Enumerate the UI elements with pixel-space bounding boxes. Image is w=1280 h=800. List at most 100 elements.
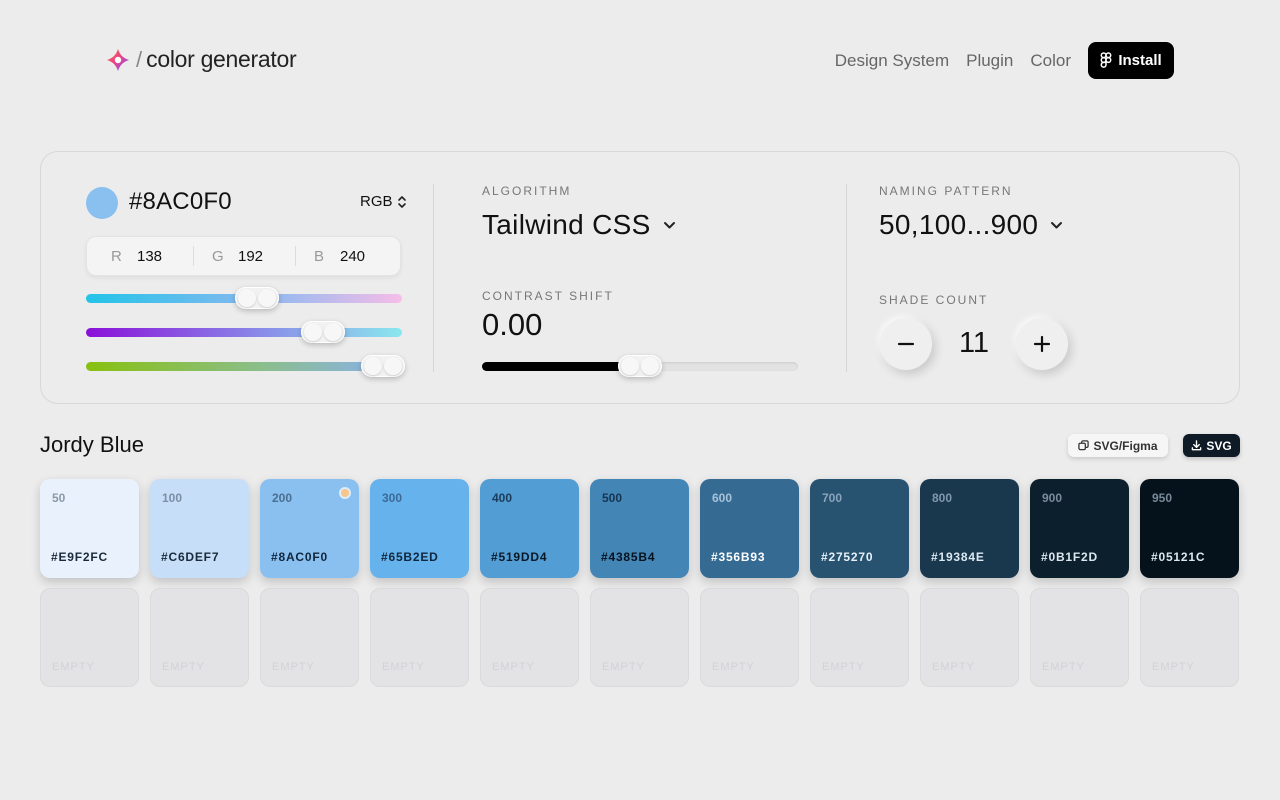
rgb-divider — [193, 246, 194, 266]
palette-name: Jordy Blue — [40, 432, 144, 457]
empty-slot: EMPTY — [480, 588, 579, 687]
red-slider[interactable] — [86, 287, 402, 309]
red-field[interactable]: R 138 — [111, 237, 211, 275]
empty-slot: EMPTY — [40, 588, 139, 687]
empty-slot: EMPTY — [370, 588, 469, 687]
shade-hex: #8AC0F0 — [271, 550, 328, 564]
empty-slot: EMPTY — [260, 588, 359, 687]
increase-shade-button[interactable] — [1016, 318, 1068, 370]
empty-slot: EMPTY — [700, 588, 799, 687]
shade-step: 200 — [272, 491, 293, 505]
shade-card-700[interactable]: 700 #275270 — [810, 479, 909, 578]
shade-hex: #519DD4 — [491, 550, 548, 564]
hex-input[interactable]: #8AC0F0 — [129, 188, 232, 216]
empty-label: EMPTY — [492, 661, 535, 673]
contrast-slider-handle[interactable] — [618, 355, 662, 377]
shade-step: 700 — [822, 491, 843, 505]
empty-slot: EMPTY — [920, 588, 1019, 687]
shade-card-800[interactable]: 800 #19384E — [920, 479, 1019, 578]
empty-slot: EMPTY — [1030, 588, 1129, 687]
empty-label: EMPTY — [1152, 661, 1195, 673]
naming-label: NAMING PATTERN — [879, 184, 1013, 198]
naming-value: 50,100...900 — [879, 209, 1039, 240]
shade-card-500[interactable]: 500 #4385B4 — [590, 479, 689, 578]
algorithm-select[interactable]: Tailwind CSS — [482, 209, 676, 241]
export-svg-figma-button[interactable]: SVG/Figma — [1068, 434, 1168, 457]
shade-step: 950 — [1152, 491, 1173, 505]
shade-hex: #275270 — [821, 550, 874, 564]
shade-hex: #0B1F2D — [1041, 550, 1098, 564]
naming-select[interactable]: 50,100...900 — [879, 209, 1063, 241]
empty-slot: EMPTY — [810, 588, 909, 687]
shade-hex: #356B93 — [711, 550, 766, 564]
empty-label: EMPTY — [602, 661, 645, 673]
export-svg-figma-label: SVG/Figma — [1093, 438, 1158, 453]
brand[interactable]: / color generator — [106, 46, 297, 73]
green-slider[interactable] — [86, 321, 402, 343]
empty-label: EMPTY — [932, 661, 975, 673]
shade-card-200[interactable]: 200 #8AC0F0 — [260, 479, 359, 578]
shade-hex: #E9F2FC — [51, 550, 108, 564]
shade-card-400[interactable]: 400 #519DD4 — [480, 479, 579, 578]
shade-hex: #C6DEF7 — [161, 550, 220, 564]
empty-label: EMPTY — [52, 661, 95, 673]
header: / color generator Design System Plugin C… — [0, 0, 1280, 120]
nav-color[interactable]: Color — [1030, 51, 1071, 71]
contrast-slider-fill — [482, 362, 640, 371]
blue-label: B — [314, 247, 325, 265]
empty-label: EMPTY — [822, 661, 865, 673]
download-icon — [1192, 440, 1202, 451]
shade-count-label: SHADE COUNT — [879, 293, 989, 307]
contrast-value: 0.00 — [482, 307, 543, 342]
download-svg-button[interactable]: SVG — [1183, 434, 1240, 457]
nav-design-system[interactable]: Design System — [835, 51, 949, 71]
red-value[interactable]: 138 — [137, 248, 162, 265]
blue-slider-handle[interactable] — [361, 355, 405, 377]
chevron-updown-icon — [397, 195, 406, 208]
green-slider-handle[interactable] — [301, 321, 345, 343]
shade-card-100[interactable]: 100 #C6DEF7 — [150, 479, 249, 578]
decrease-shade-button[interactable] — [880, 318, 932, 370]
blue-field[interactable]: B 240 — [314, 237, 414, 275]
download-svg-label: SVG — [1206, 438, 1232, 453]
nav-plugin[interactable]: Plugin — [966, 51, 1013, 71]
empty-slot: EMPTY — [590, 588, 689, 687]
green-label: G — [212, 247, 224, 265]
empty-label: EMPTY — [162, 661, 205, 673]
shade-hex: #65B2ED — [381, 550, 439, 564]
red-label: R — [111, 247, 122, 265]
rgb-inputs: R 138 G 192 B 240 — [86, 236, 401, 276]
empty-label: EMPTY — [1042, 661, 1085, 673]
color-swatch[interactable] — [86, 187, 118, 219]
shade-step: 900 — [1042, 491, 1063, 505]
shade-card-300[interactable]: 300 #65B2ED — [370, 479, 469, 578]
empty-slot: EMPTY — [150, 588, 249, 687]
panel-divider — [846, 184, 847, 372]
empty-label: EMPTY — [712, 661, 755, 673]
minus-icon — [897, 342, 915, 346]
green-value[interactable]: 192 — [238, 248, 263, 265]
install-button[interactable]: Install — [1088, 42, 1174, 79]
blue-slider[interactable] — [86, 355, 405, 377]
shade-count-value: 11 — [958, 327, 990, 359]
shade-card-600[interactable]: 600 #356B93 — [700, 479, 799, 578]
shade-card-50[interactable]: 50 #E9F2FC — [40, 479, 139, 578]
color-mode-select[interactable]: RGB — [360, 193, 407, 210]
brand-slash: / — [136, 46, 143, 72]
shade-card-950[interactable]: 950 #05121C — [1140, 479, 1239, 578]
blue-value[interactable]: 240 — [340, 248, 365, 265]
algorithm-value: Tailwind CSS — [482, 209, 651, 240]
shade-step: 500 — [602, 491, 623, 505]
panel-divider — [433, 184, 434, 372]
empty-label: EMPTY — [272, 661, 315, 673]
plus-icon — [1033, 335, 1051, 353]
shade-step: 800 — [932, 491, 953, 505]
chevron-down-icon — [663, 221, 675, 228]
green-field[interactable]: G 192 — [212, 237, 312, 275]
install-label: Install — [1118, 52, 1162, 69]
shade-step: 400 — [492, 491, 513, 505]
red-slider-handle[interactable] — [235, 287, 279, 309]
contrast-slider[interactable] — [482, 355, 798, 377]
top-nav: Design System Plugin Color Install — [835, 42, 1174, 79]
shade-card-900[interactable]: 900 #0B1F2D — [1030, 479, 1129, 578]
